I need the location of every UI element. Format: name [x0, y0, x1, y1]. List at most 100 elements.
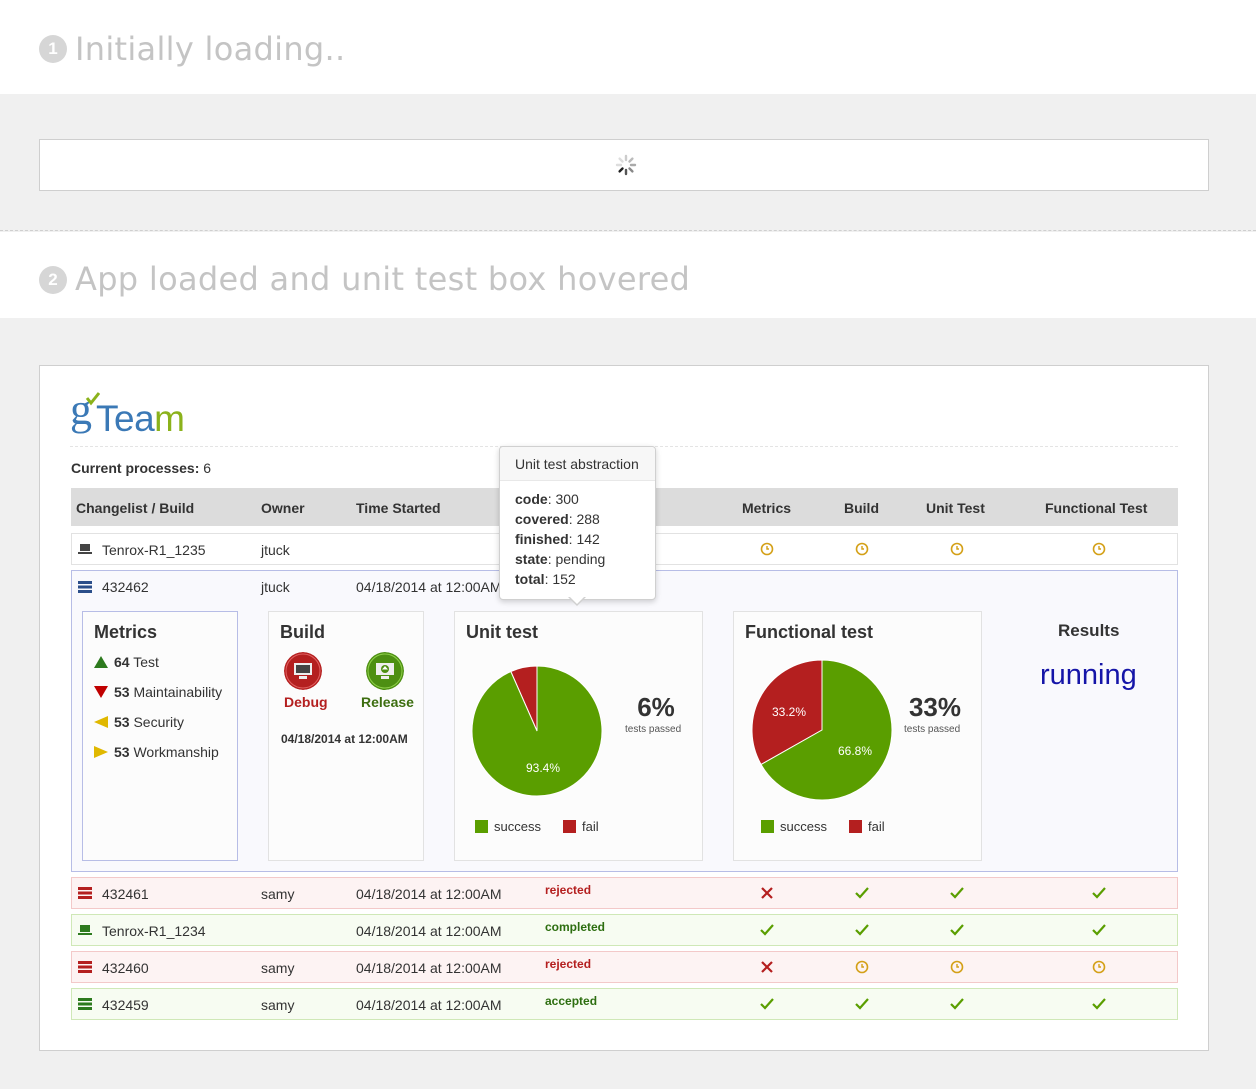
metric-test: 64 Test	[94, 654, 159, 670]
section-1-header: 1 Initially loading..	[0, 0, 1256, 94]
owner: samy	[261, 997, 295, 1013]
metric-maintainability: 53 Maintainability	[94, 684, 222, 700]
metrics-check-icon	[759, 922, 775, 938]
build-check-icon	[854, 996, 870, 1012]
tooltip-state: state: pending	[515, 551, 606, 567]
metrics-pending-icon	[759, 541, 775, 557]
success-slice-label: 93.4%	[526, 761, 560, 775]
state-label: rejected	[545, 883, 592, 897]
server-icon	[78, 961, 92, 973]
computer-icon	[78, 544, 92, 554]
metrics-fail-icon	[759, 885, 775, 901]
changelist-id: Tenrox-R1_1235	[102, 542, 206, 558]
computer-icon	[78, 925, 92, 935]
table-row[interactable]: 432459 samy 04/18/2014 at 12:00AM accept…	[71, 988, 1178, 1020]
col-build[interactable]: Build	[844, 500, 879, 516]
col-functional-test[interactable]: Functional Test	[1045, 500, 1147, 516]
changelist-id: 432459	[102, 997, 149, 1013]
unit-test-pending-icon	[949, 541, 965, 557]
server-icon	[78, 581, 92, 593]
arrow-up-icon	[94, 656, 108, 668]
release-label[interactable]: Release	[361, 694, 414, 710]
col-time-started[interactable]: Time Started	[356, 500, 441, 516]
unit-test-check-icon	[949, 922, 965, 938]
success-slice	[471, 665, 603, 797]
state-label: completed	[545, 920, 606, 934]
tests-passed-percent: 6%	[637, 692, 675, 722]
time-started: 04/18/2014 at 12:00AM	[356, 579, 502, 595]
tooltip-covered: covered: 288	[515, 511, 600, 527]
changelist-id: 432462	[102, 579, 149, 595]
time-started: 04/18/2014 at 12:00AM	[356, 997, 502, 1013]
functional-test-check-icon	[1091, 885, 1107, 901]
functional-test-check-icon	[1091, 922, 1107, 938]
build-pending-icon	[854, 959, 870, 975]
section-title: App loaded and unit test box hovered	[75, 260, 691, 298]
build-card[interactable]: Build Debug Release 04/18/2014 at 12:00A…	[268, 611, 424, 861]
build-check-icon	[854, 885, 870, 901]
tooltip-total: total: 152	[515, 571, 576, 587]
build-pending-icon	[854, 541, 870, 557]
card-title: Unit test	[466, 622, 538, 642]
metrics-card[interactable]: Metrics 64 Test 53 Maintainability 53 Se…	[82, 611, 238, 861]
tests-passed-percent: 33%	[908, 692, 962, 722]
svg-text:g: g	[70, 390, 92, 434]
metric-workmanship: 53 Workmanship	[94, 744, 219, 760]
step-number: 1	[39, 35, 67, 63]
card-title: Metrics	[94, 622, 158, 642]
col-metrics[interactable]: Metrics	[742, 500, 791, 516]
table-row[interactable]: 432461 samy 04/18/2014 at 12:00AM reject…	[71, 877, 1178, 909]
section-divider	[0, 230, 1256, 231]
tooltip-finished: finished: 142	[515, 531, 600, 547]
table-row[interactable]: Tenrox-R1_1234 04/18/2014 at 12:00AM com…	[71, 914, 1178, 946]
functional-test-pie-chart: 33.2% 66.8%	[751, 659, 893, 801]
debug-label[interactable]: Debug	[284, 694, 328, 710]
legend-fail: fail	[849, 819, 885, 834]
tests-passed-label: tests passed	[625, 724, 682, 735]
metric-security: 53 Security	[94, 714, 184, 730]
spinner-icon	[615, 154, 637, 176]
expanded-row[interactable]: 432462 jtuck 04/18/2014 at 12:00AM Metri…	[71, 570, 1178, 872]
build-check-icon	[854, 922, 870, 938]
changelist-id: 432461	[102, 886, 149, 902]
metrics-check-icon	[759, 996, 775, 1012]
changelist-id: Tenrox-R1_1234	[102, 923, 206, 939]
card-title: Functional test	[745, 622, 874, 642]
server-icon	[78, 887, 92, 899]
unit-test-card[interactable]: Unit test 93.4% 6% tests passed success …	[454, 611, 703, 861]
state-label: rejected	[545, 957, 592, 971]
unit-test-tooltip: Unit test abstraction code: 300 covered:…	[499, 446, 656, 606]
col-changelist[interactable]: Changelist / Build	[76, 500, 194, 516]
section-2-header: 2 App loaded and unit test box hovered	[0, 232, 1256, 318]
tests-passed-label: tests passed	[904, 724, 961, 735]
owner: jtuck	[261, 579, 290, 595]
table-row[interactable]: 432460 samy 04/18/2014 at 12:00AM reject…	[71, 951, 1178, 983]
legend-fail: fail	[563, 819, 599, 834]
loading-box	[39, 139, 1209, 191]
arrow-right-icon	[94, 746, 108, 758]
arrow-left-icon	[94, 716, 108, 728]
arrow-down-icon	[94, 686, 108, 698]
owner: samy	[261, 960, 295, 976]
time-started: 04/18/2014 at 12:00AM	[356, 960, 502, 976]
functional-test-card[interactable]: Functional test 33.2% 66.8% 33% tests pa…	[733, 611, 982, 861]
section-title: Initially loading..	[75, 30, 346, 68]
time-started: 04/18/2014 at 12:00AM	[356, 923, 502, 939]
success-slice-label: 66.8%	[838, 744, 872, 758]
col-unit-test[interactable]: Unit Test	[926, 500, 985, 516]
debug-button-icon[interactable]	[284, 652, 322, 690]
current-processes: Current processes: 6	[71, 460, 212, 476]
unit-test-check-icon	[949, 996, 965, 1012]
owner: jtuck	[261, 542, 290, 558]
results-status: running	[1040, 659, 1137, 691]
unit-test-check-icon	[949, 885, 965, 901]
release-button-icon[interactable]	[366, 652, 404, 690]
logo-text: Team	[96, 398, 185, 439]
results-title: Results	[1058, 621, 1120, 640]
tooltip-title: Unit test abstraction	[515, 456, 639, 472]
build-time: 04/18/2014 at 12:00AM	[281, 732, 408, 746]
state-label: accepted	[545, 994, 598, 1008]
tooltip-code: code: 300	[515, 491, 579, 507]
col-owner[interactable]: Owner	[261, 500, 305, 516]
time-started: 04/18/2014 at 12:00AM	[356, 886, 502, 902]
